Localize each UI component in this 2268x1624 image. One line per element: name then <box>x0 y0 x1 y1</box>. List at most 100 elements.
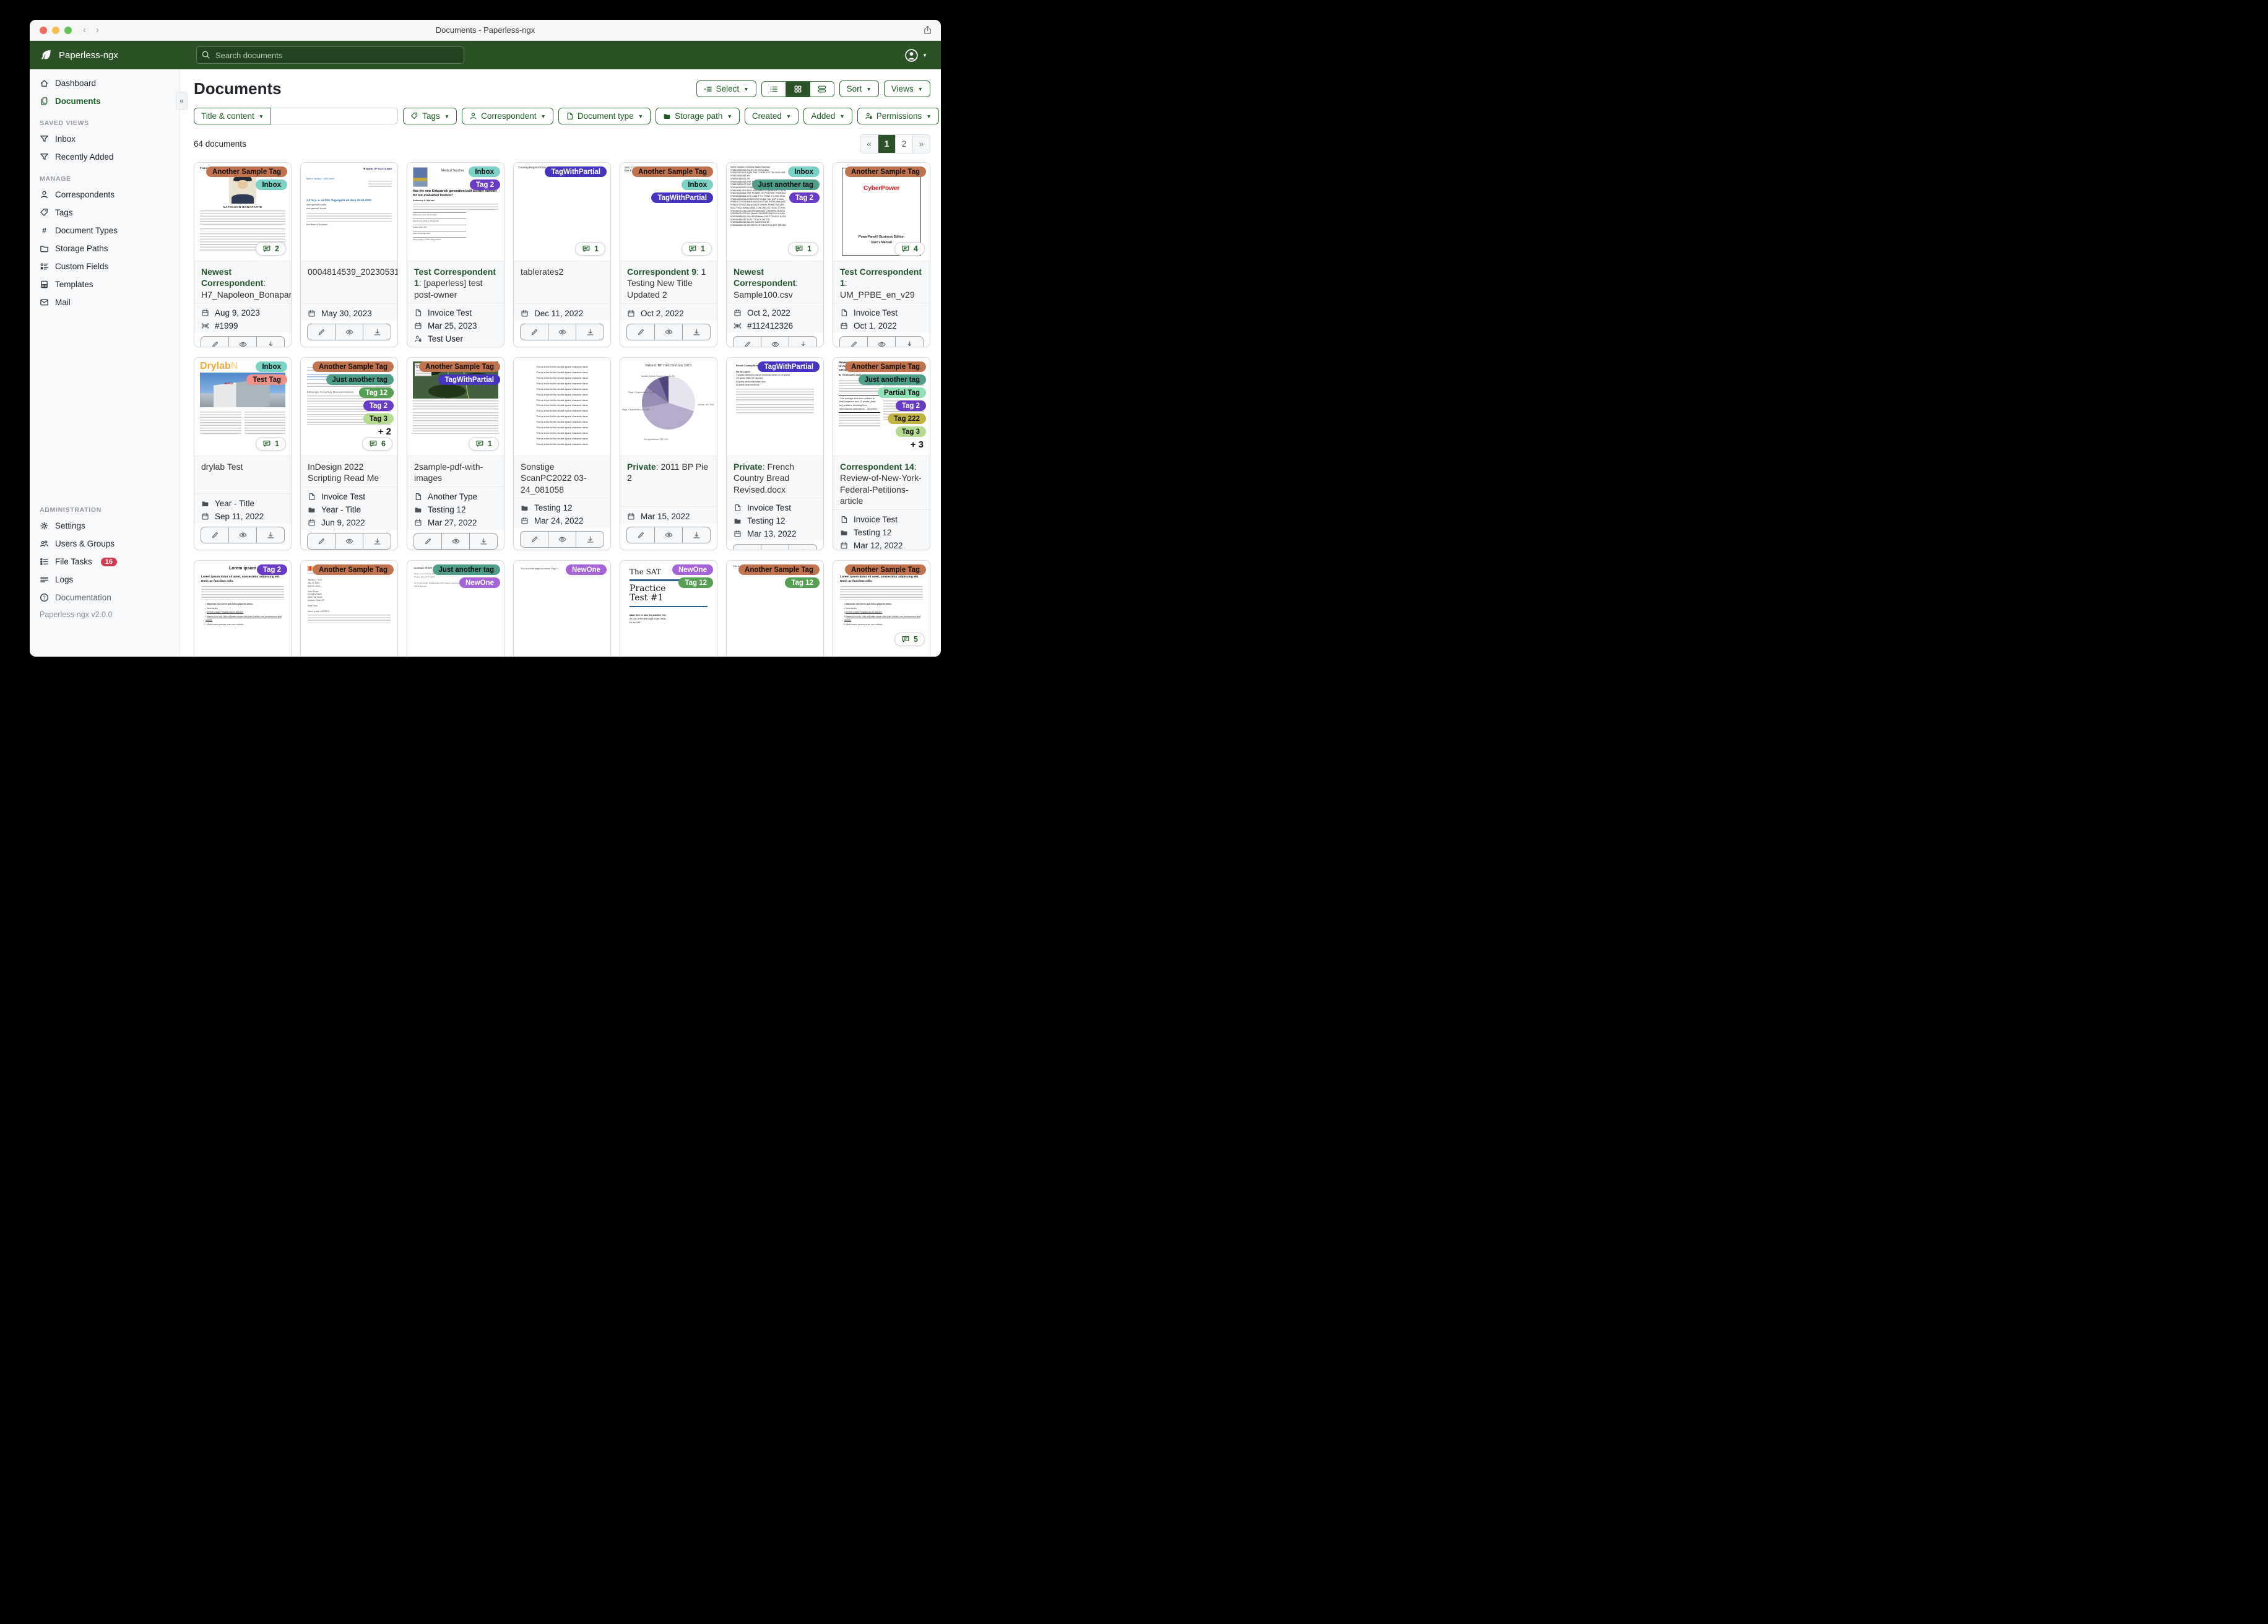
edit-button[interactable] <box>201 527 228 543</box>
view-button[interactable] <box>867 337 895 347</box>
tag-pill[interactable]: Another Sample Tag <box>206 166 287 177</box>
document-card[interactable]: Test Name123-456-7890January 2, 2022July… <box>300 560 398 657</box>
download-button[interactable] <box>469 533 497 549</box>
comment-badge[interactable]: 1 <box>788 242 818 256</box>
tag-pill[interactable]: Tag 12 <box>785 577 820 588</box>
view-button[interactable] <box>654 324 682 340</box>
tag-pill[interactable]: Tag 222 <box>888 413 926 424</box>
tag-pill[interactable]: Another Sample Tag <box>313 564 394 575</box>
tag-pill[interactable]: Inbox <box>682 179 713 190</box>
tag-pill[interactable]: Tag 12 <box>678 577 713 588</box>
edit-button[interactable] <box>627 527 654 543</box>
sidebar-item-recently-added[interactable]: Recently Added <box>30 148 180 166</box>
filter-created-button[interactable]: Created ▼ <box>744 108 799 124</box>
page-next-button[interactable]: » <box>912 135 930 153</box>
share-button[interactable] <box>923 25 932 35</box>
document-card[interactable]: This is a testAnother Sample TagTag 12 <box>726 560 824 657</box>
tag-pill[interactable]: TagWithPartial <box>545 166 607 177</box>
edit-button[interactable] <box>414 533 441 549</box>
document-card[interactable]: Patient BP Distribution 2011 Normal, 150,… <box>620 357 717 550</box>
document-preview[interactable]: Serial Number,Company Name,Employe 97881… <box>727 163 823 261</box>
tag-pill[interactable]: Tag 2 <box>789 192 820 203</box>
tag-pill[interactable]: Another Sample Tag <box>313 361 394 372</box>
sidebar-item-document-types[interactable]: # Document Types <box>30 222 180 240</box>
filter-document-type-button[interactable]: Document type ▼ <box>558 108 651 124</box>
comment-badge[interactable]: 1 <box>575 242 605 256</box>
sidebar-item-documents[interactable]: Documents <box>30 92 180 110</box>
tag-pill[interactable]: Inbox <box>256 361 287 372</box>
view-button[interactable] <box>335 533 363 549</box>
tag-pill[interactable]: Another Sample Tag <box>632 166 713 177</box>
download-button[interactable] <box>576 532 604 548</box>
tag-pill[interactable]: Tag 2 <box>469 179 500 190</box>
view-mode-detail-button[interactable] <box>809 81 834 97</box>
edit-button[interactable] <box>521 532 548 547</box>
document-card[interactable]: CyberPower PowerPanel® Business Edition Us… <box>833 162 930 347</box>
tag-pill[interactable]: Another Sample Tag <box>845 361 926 372</box>
tag-pill[interactable]: Tag 12 <box>359 387 394 398</box>
filter-storage-path-button[interactable]: Storage path ▼ <box>656 108 740 124</box>
view-button[interactable] <box>441 533 469 549</box>
brand[interactable]: Paperless-ngx <box>30 49 180 61</box>
tag-pill[interactable]: Partial Tag <box>878 387 926 398</box>
comment-badge[interactable]: 2 <box>256 242 286 256</box>
document-card[interactable]: AdobeInDesign Scripting DocumentationAno… <box>300 357 398 550</box>
tag-pill[interactable]: Another Sample Tag <box>845 166 926 177</box>
tag-pill[interactable]: Tag 3 <box>895 426 926 437</box>
correspondent-name[interactable]: Correspondent 9 <box>627 267 696 277</box>
document-card[interactable]: The SAT Practice Test #1 Make time to take … <box>620 560 717 657</box>
document-preview[interactable]: Lorem ipsumLorem ipsum dolor sit amet, c… <box>194 561 291 657</box>
document-card[interactable]: Francja pod rNAPOLEON BONAPARTEAnother S… <box>194 162 292 347</box>
document-card[interactable]: DrylabN NETFLIX Inbox Test Tag 1 drylab Test Y… <box>194 357 292 550</box>
view-button[interactable] <box>654 527 682 543</box>
tag-pill[interactable]: Tag 3 <box>363 413 394 424</box>
document-preview[interactable]: CyberPower PowerPanel® Business Edition Us… <box>833 163 930 261</box>
edit-button[interactable] <box>308 324 335 340</box>
sort-button[interactable]: Sort ▼ <box>839 80 879 97</box>
tag-pill[interactable]: TagWithPartial <box>651 192 713 203</box>
download-button[interactable] <box>363 533 391 549</box>
download-button[interactable] <box>895 337 923 347</box>
document-preview[interactable]: Contact Sheet Demo Given a set of image f… <box>407 561 504 657</box>
document-card[interactable]: ✻ BANK OF SCOTLAND Bank of Scotland · 106… <box>300 162 398 347</box>
document-card[interactable]: Lorem ipsumLorem ipsum dolor sit amet, c… <box>833 560 930 657</box>
correspondent-name[interactable]: Private <box>627 462 656 472</box>
search-input[interactable] <box>196 46 464 64</box>
tag-pill[interactable]: Test Tag <box>246 374 287 385</box>
tag-pill[interactable]: NewOne <box>459 577 500 588</box>
sidebar-item-templates[interactable]: Templates <box>30 275 180 293</box>
document-preview[interactable]: Medical Teacher Has the new Kirkpatrick g… <box>407 163 504 261</box>
document-preview[interactable]: Country,Region/State," TagWithPartial 1 <box>514 163 610 261</box>
document-preview[interactable]: Test Name123-456-7890January 2, 2022July… <box>301 561 397 657</box>
filter-correspondent-button[interactable]: Correspondent ▼ <box>462 108 553 124</box>
page-2-button[interactable]: 2 <box>895 135 912 153</box>
download-button[interactable] <box>682 527 710 543</box>
comment-badge[interactable]: 1 <box>682 242 712 256</box>
document-title[interactable]: H7_Napoleon_Bonaparte_zadanie <box>201 290 291 300</box>
views-button[interactable]: Views ▼ <box>883 80 930 97</box>
tag-pill[interactable]: Inbox <box>256 179 287 190</box>
correspondent-name[interactable]: Newest Correspondent <box>201 267 263 288</box>
tag-pill[interactable]: Just another tag <box>858 374 926 385</box>
sidebar-item-dashboard[interactable]: Dashboard <box>30 74 180 92</box>
tag-pill[interactable]: NewOne <box>565 564 607 575</box>
minimize-button[interactable] <box>52 26 59 34</box>
tag-pill[interactable]: Another Sample Tag <box>419 361 500 372</box>
tag-pill[interactable]: Just another tag <box>432 564 500 575</box>
filter-added-button[interactable]: Added ▼ <box>803 108 852 124</box>
sidebar-item-correspondents[interactable]: Correspondents <box>30 186 180 204</box>
sidebar-item-settings[interactable]: Settings <box>30 517 180 535</box>
document-title[interactable]: InDesign 2022 Scripting Read Me <box>308 462 379 483</box>
correspondent-name[interactable]: Correspondent 14 <box>840 462 914 472</box>
view-button[interactable] <box>761 545 789 550</box>
document-title[interactable]: 2sample-pdf-with-images <box>414 462 483 483</box>
comment-badge[interactable]: 1 <box>469 437 499 451</box>
document-preview[interactable]: This is a multi page document. Page 1. Ne… <box>514 561 610 657</box>
document-title[interactable]: tablerates2 <box>521 267 563 277</box>
edit-button[interactable] <box>201 337 228 347</box>
document-preview[interactable]: Lorem ipsumLorem ipsum dolor sit amet, c… <box>833 561 930 657</box>
sidebar-item-custom-fields[interactable]: Custom Fields <box>30 257 180 275</box>
sidebar-collapse-button[interactable]: « <box>176 92 188 110</box>
edit-button[interactable] <box>840 337 867 347</box>
nav-back-button[interactable]: ‹ <box>83 25 86 35</box>
